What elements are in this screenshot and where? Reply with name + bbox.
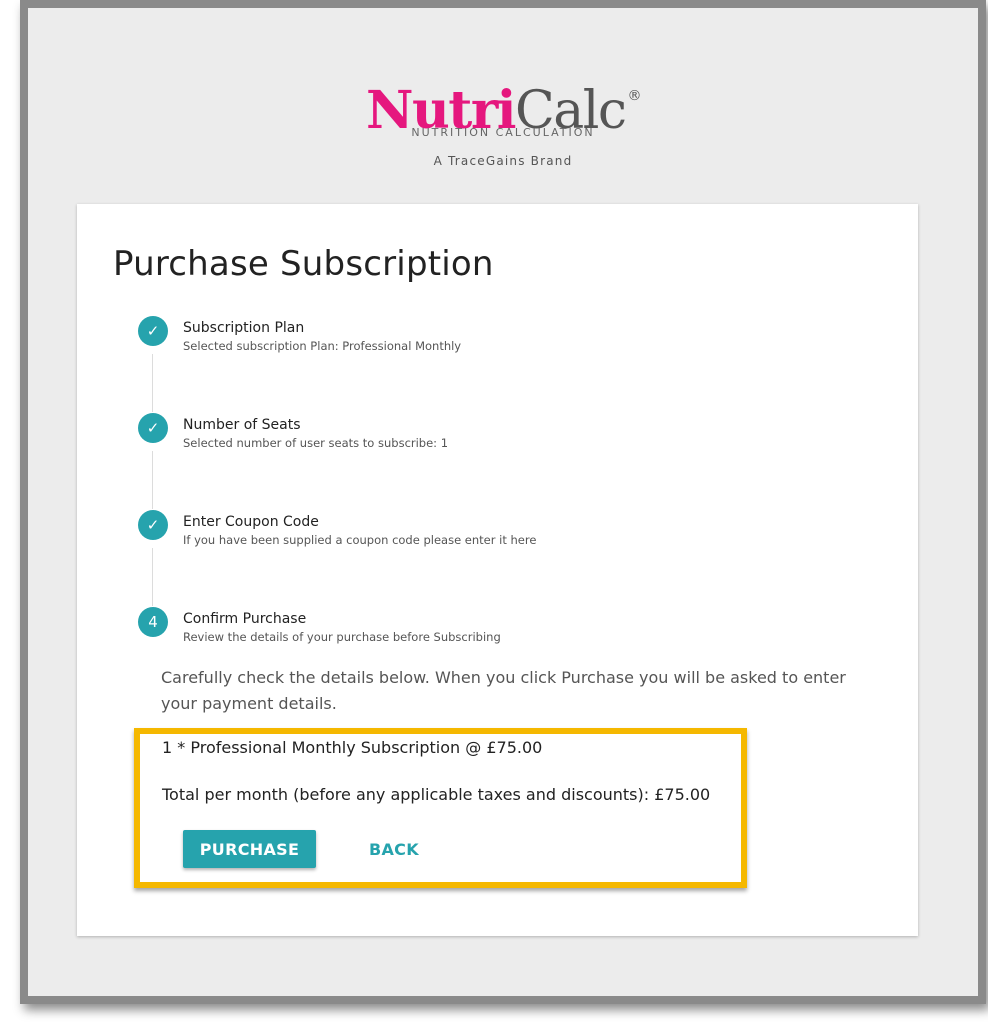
page-title: Purchase Subscription xyxy=(113,244,494,284)
order-summary-highlight: 1 * Professional Monthly Subscription @ … xyxy=(134,728,747,888)
step-title: Number of Seats xyxy=(183,417,301,433)
step-subtitle: Selected number of user seats to subscri… xyxy=(183,436,449,450)
purchase-card: Purchase Subscription ✓ Subscription Pla… xyxy=(77,204,918,936)
logo-tagline: NUTRITION CALCULATION xyxy=(411,126,595,139)
check-icon: ✓ xyxy=(138,510,168,540)
step-subtitle: Selected subscription Plan: Professional… xyxy=(183,339,462,353)
step-title: Enter Coupon Code xyxy=(183,514,319,530)
order-line-item: 1 * Professional Monthly Subscription @ … xyxy=(162,738,543,757)
step-title: Confirm Purchase xyxy=(183,611,307,627)
confirm-description: Carefully check the details below. When … xyxy=(161,668,846,713)
page-viewport: NutriCalc ® NUTRITION CALCULATION A Trace… xyxy=(28,8,978,996)
step-connector xyxy=(152,354,153,412)
check-icon: ✓ xyxy=(138,316,168,346)
step-title: Subscription Plan xyxy=(183,320,305,336)
order-total: Total per month (before any applicable t… xyxy=(162,785,711,804)
brand-line: A TraceGains Brand xyxy=(433,154,573,168)
step-connector xyxy=(152,451,153,509)
purchase-button[interactable]: PURCHASE xyxy=(183,830,316,868)
step-number-badge: 4 xyxy=(138,607,168,637)
step-subtitle: If you have been supplied a coupon code … xyxy=(183,533,537,547)
registered-mark: ® xyxy=(627,88,642,104)
check-icon: ✓ xyxy=(138,413,168,443)
step-subtitle: Review the details of your purchase befo… xyxy=(183,630,501,644)
back-button[interactable]: BACK xyxy=(353,830,435,868)
step-connector xyxy=(152,548,153,606)
